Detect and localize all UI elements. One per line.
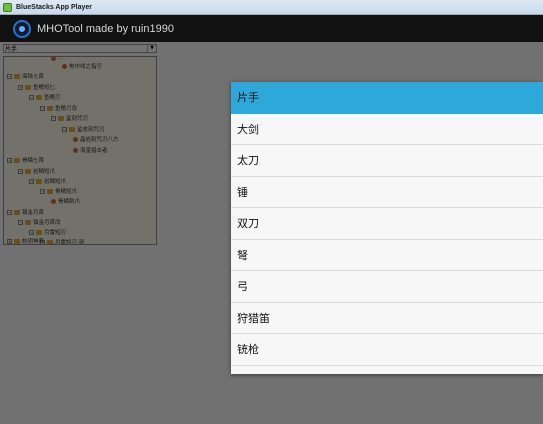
list-item[interactable]: 锤 [231, 177, 543, 208]
window-title: BlueStacks App Player [16, 3, 92, 11]
list-item[interactable]: 弓 [231, 271, 543, 303]
list-item-label: 大剑 [237, 122, 259, 136]
list-item-label: 铳枪 [237, 343, 259, 357]
list-item-label: 太刀 [237, 154, 259, 168]
list-item-label: 弩 [237, 248, 248, 262]
list-item-label: 锤 [237, 185, 248, 199]
list-item-label: 双刀 [237, 217, 259, 231]
app-action-bar: MHOTool made by ruin1990 [0, 15, 543, 42]
list-item-label: 片手 [237, 91, 259, 105]
bluestacks-icon [3, 2, 12, 12]
list-item-label: 狩猎笛 [237, 311, 270, 325]
app-logo-icon [13, 19, 31, 38]
list-item-label: 弓 [237, 280, 248, 294]
list-item[interactable]: 弩 [231, 240, 543, 271]
list-item[interactable]: 太刀 [231, 145, 543, 177]
app-title: MHOTool made by ruin1990 [37, 22, 174, 35]
list-item[interactable]: 大剑 [231, 114, 543, 145]
list-item[interactable]: 双刀 [231, 208, 543, 240]
list-item[interactable]: 片手 [231, 82, 543, 114]
list-item[interactable]: 狩猎笛 [231, 303, 543, 334]
window-titlebar: BlueStacks App Player [0, 0, 543, 15]
weapon-type-list-dialog: 片手大剑太刀锤双刀弩弓狩猎笛铳枪 [231, 82, 543, 374]
list-item[interactable]: 铳枪 [231, 334, 543, 366]
